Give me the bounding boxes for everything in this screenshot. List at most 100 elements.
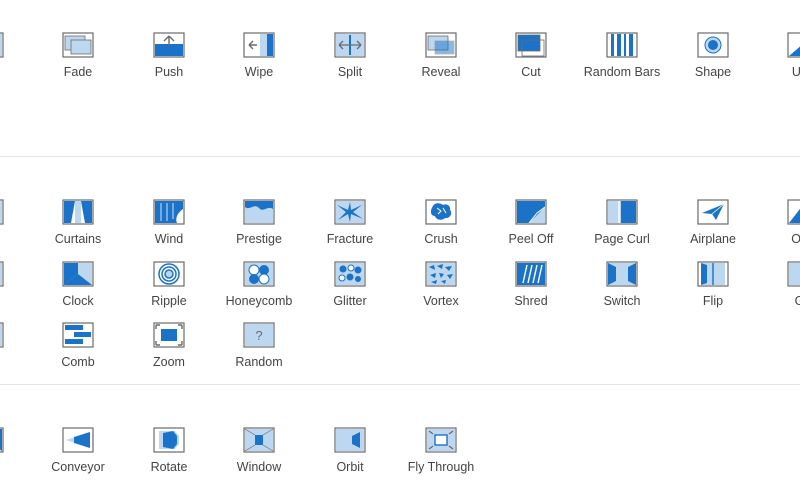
transition-label: Peel Off [508,232,554,246]
transition-label: Shred [514,294,548,308]
transition-label: Comb [61,355,95,369]
split-icon [334,32,366,58]
airplane-icon [697,199,729,225]
transition-orbit[interactable]: Orbit [305,427,395,483]
reveal-icon [425,32,457,58]
transition-vortex[interactable]: Vortex [396,261,486,317]
transition-label: Fly Through [407,460,475,474]
crush-icon [425,199,457,225]
transition-partial[interactable] [0,322,33,378]
gallery-icon [787,261,800,287]
transition-curtains[interactable]: Curtains [33,199,123,255]
transition-clock[interactable]: Clock [33,261,123,317]
transition-switch[interactable]: Switch [577,261,667,317]
transition-label: Clock [62,294,94,308]
transition-label: Shape [694,65,732,79]
transition-label: Wipe [244,65,274,79]
transition-shred[interactable]: Shred [486,261,576,317]
partial-icon [0,322,4,348]
transition-prestige[interactable]: Prestige [214,199,304,255]
transition-conveyor[interactable]: Conveyor [33,427,123,483]
conveyor-icon [62,427,94,453]
transition-reveal[interactable]: Reveal [396,32,486,88]
transition-cut-off[interactable]: h [0,32,33,88]
cut-off-icon [0,32,4,58]
origami-icon [787,199,800,225]
transition-label: Page Curl [594,232,650,246]
push-icon [153,32,185,58]
transition-label: Honeycomb [225,294,293,308]
shape-icon [697,32,729,58]
transition-label: Airplane [690,232,736,246]
svg-text:?: ? [255,328,262,343]
clock-icon [62,261,94,287]
transition-label: Random [235,355,283,369]
transition-random-bars[interactable]: Random Bars [577,32,667,88]
orbit-icon [334,427,366,453]
transition-airplane[interactable]: Airplane [668,199,758,255]
transition-label: Switch [603,294,641,308]
ripple-icon [153,261,185,287]
transition-label: Wind [154,232,184,246]
page-curl-icon [606,199,638,225]
transition-flip[interactable]: Flip [668,261,758,317]
transition-zoom[interactable]: Zoom [124,322,214,378]
wipe-icon [243,32,275,58]
transition-label: Zoom [153,355,185,369]
transition-fly-through[interactable]: Fly Through [396,427,486,483]
transition-label: Flip [702,294,724,308]
transition-label: Random Bars [583,65,661,79]
transition-ripple[interactable]: Ripple [124,261,214,317]
transition-partial[interactable]: e [0,199,33,255]
transition-wind[interactable]: Wind [124,199,214,255]
transition-peel-off[interactable]: Peel Off [486,199,576,255]
transition-window[interactable]: Window [214,427,304,483]
transition-partial[interactable]: s [0,261,33,317]
transition-honeycomb[interactable]: Honeycomb [214,261,304,317]
transition-wheel[interactable]: heel [0,427,33,483]
transition-page-curl[interactable]: Page Curl [577,199,667,255]
transition-label: Reveal [421,65,461,79]
transition-random[interactable]: ? Random [214,322,304,378]
prestige-icon [243,199,275,225]
transition-label: Curtains [54,232,102,246]
transition-label: Conveyor [51,460,105,474]
switch-icon [606,261,638,287]
shred-icon [515,261,547,287]
random-icon: ? [243,322,275,348]
transition-label: Ga [794,294,800,308]
transition-cut[interactable]: Cut [486,32,576,88]
window-icon [243,427,275,453]
transition-label: Orbit [336,460,364,474]
transition-origami[interactable]: Orig [758,199,800,255]
transition-wipe[interactable]: Wipe [214,32,304,88]
transition-label: Vortex [423,294,459,308]
transition-push[interactable]: Push [124,32,214,88]
transition-label: Prestige [236,232,282,246]
transition-shape[interactable]: Shape [668,32,758,88]
transition-uncover[interactable]: Unc [758,32,800,88]
transition-fade[interactable]: Fade [33,32,123,88]
vortex-icon [425,261,457,287]
curtains-icon [62,199,94,225]
transition-rotate[interactable]: Rotate [124,427,214,483]
partial-icon [0,261,4,287]
transition-label: Glitter [333,294,367,308]
transition-glitter[interactable]: Glitter [305,261,395,317]
transition-crush[interactable]: Crush [396,199,486,255]
transition-label: Fracture [326,232,374,246]
transition-comb[interactable]: Comb [33,322,123,378]
comb-icon [62,322,94,348]
partial-icon [0,199,4,225]
transition-fracture[interactable]: Fracture [305,199,395,255]
honeycomb-icon [243,261,275,287]
divider-1 [0,156,800,157]
transition-label: Crush [424,232,458,246]
transition-label: Orig [791,232,800,246]
transition-split[interactable]: Split [305,32,395,88]
peel-off-icon [515,199,547,225]
cut-icon [515,32,547,58]
glitter-icon [334,261,366,287]
rotate-icon [153,427,185,453]
transition-gallery[interactable]: Ga [758,261,800,317]
